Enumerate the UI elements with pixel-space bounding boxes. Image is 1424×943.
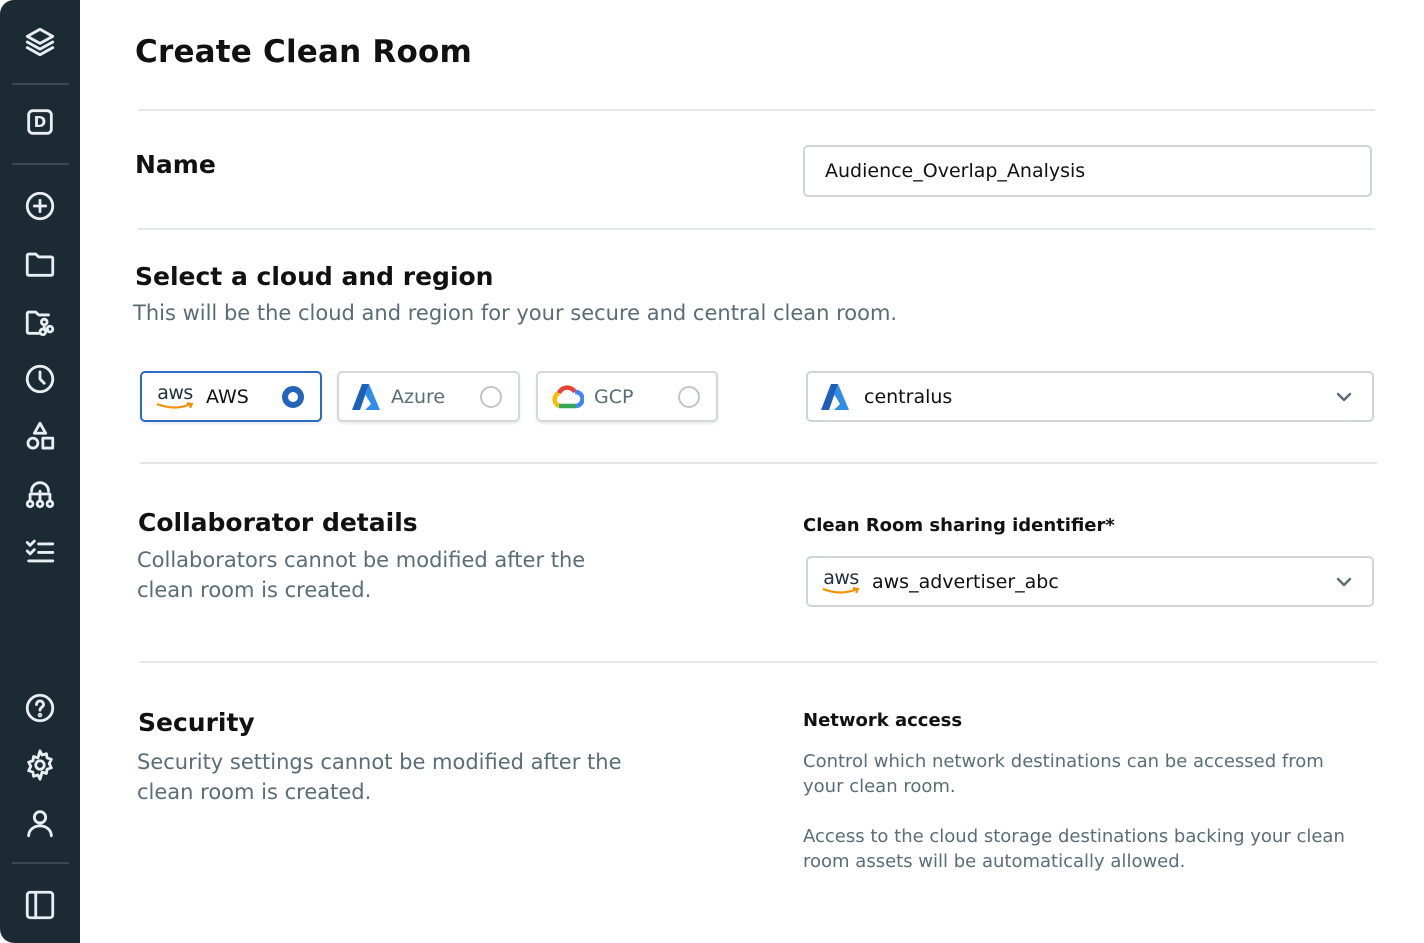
- cloud-option-label: AWS: [206, 385, 249, 408]
- cloud-option-gcp[interactable]: GCP: [536, 371, 718, 422]
- radio-unselected[interactable]: [480, 386, 502, 408]
- cloud-subtitle: This will be the cloud and region for yo…: [133, 301, 898, 325]
- settings-icon[interactable]: [20, 745, 60, 785]
- user-icon[interactable]: [20, 803, 60, 843]
- security-subtitle-line1: Security settings cannot be modified aft…: [137, 750, 622, 774]
- sidebar: D: [0, 0, 80, 943]
- checklist-icon[interactable]: [20, 531, 60, 571]
- page-title: Create Clean Room: [135, 34, 472, 70]
- security-subtitle-line2: clean room is created.: [137, 780, 372, 804]
- aws-logo-icon: aws: [154, 383, 196, 410]
- name-input[interactable]: [803, 145, 1372, 197]
- region-select[interactable]: centralus: [806, 371, 1374, 422]
- network-para1-line1: Control which network destinations can b…: [803, 751, 1324, 772]
- plus-circle-icon[interactable]: [20, 186, 60, 226]
- azure-icon: [352, 383, 380, 410]
- hierarchy-icon[interactable]: [20, 474, 60, 514]
- chevron-down-icon: [1334, 387, 1354, 407]
- chevron-down-icon: [1334, 572, 1354, 592]
- network-para2-line2: room assets will be automatically allowe…: [803, 851, 1186, 872]
- layers-icon[interactable]: [20, 22, 60, 62]
- sidebar-divider: [12, 862, 69, 864]
- folder-icon[interactable]: [20, 244, 60, 284]
- divider: [140, 661, 1377, 663]
- cloud-option-aws[interactable]: aws AWS: [140, 371, 322, 422]
- network-para2-line1: Access to the cloud storage destinations…: [803, 826, 1345, 847]
- radio-selected[interactable]: [282, 386, 304, 408]
- shared-folder-icon[interactable]: [20, 302, 60, 342]
- aws-logo-icon: aws: [820, 568, 862, 595]
- panel-toggle-icon[interactable]: [20, 885, 60, 925]
- sidebar-divider: [12, 83, 69, 85]
- divider: [138, 109, 1375, 111]
- history-icon[interactable]: [20, 359, 60, 399]
- collaborator-subtitle-line2: clean room is created.: [137, 578, 372, 602]
- help-icon[interactable]: [20, 688, 60, 728]
- security-heading: Security: [138, 708, 255, 737]
- cloud-option-label: GCP: [594, 385, 634, 408]
- region-value: centralus: [864, 385, 953, 408]
- cloud-heading: Select a cloud and region: [135, 262, 494, 291]
- workspace-letter: D: [33, 113, 47, 131]
- collaborator-heading: Collaborator details: [138, 508, 418, 537]
- cloud-option-label: Azure: [391, 385, 446, 408]
- sharing-identifier-select[interactable]: aws aws_advertiser_abc: [806, 556, 1374, 607]
- radio-unselected[interactable]: [678, 386, 700, 408]
- collaborator-subtitle-line1: Collaborators cannot be modified after t…: [137, 548, 586, 572]
- divider: [140, 462, 1377, 464]
- workspace-icon[interactable]: D: [20, 102, 60, 142]
- main-content: Create Clean Room Name Select a cloud an…: [80, 0, 1424, 943]
- sharing-identifier-label: Clean Room sharing identifier*: [803, 515, 1115, 536]
- sidebar-divider: [12, 163, 69, 165]
- sharing-identifier-value: aws_advertiser_abc: [872, 570, 1059, 593]
- divider: [138, 228, 1375, 230]
- cloud-option-azure[interactable]: Azure: [337, 371, 520, 422]
- google-cloud-icon: [552, 384, 584, 408]
- shapes-icon[interactable]: [20, 416, 60, 456]
- network-access-label: Network access: [803, 710, 963, 731]
- network-para1-line2: your clean room.: [803, 776, 956, 797]
- name-heading: Name: [135, 150, 216, 179]
- azure-icon: [821, 383, 849, 410]
